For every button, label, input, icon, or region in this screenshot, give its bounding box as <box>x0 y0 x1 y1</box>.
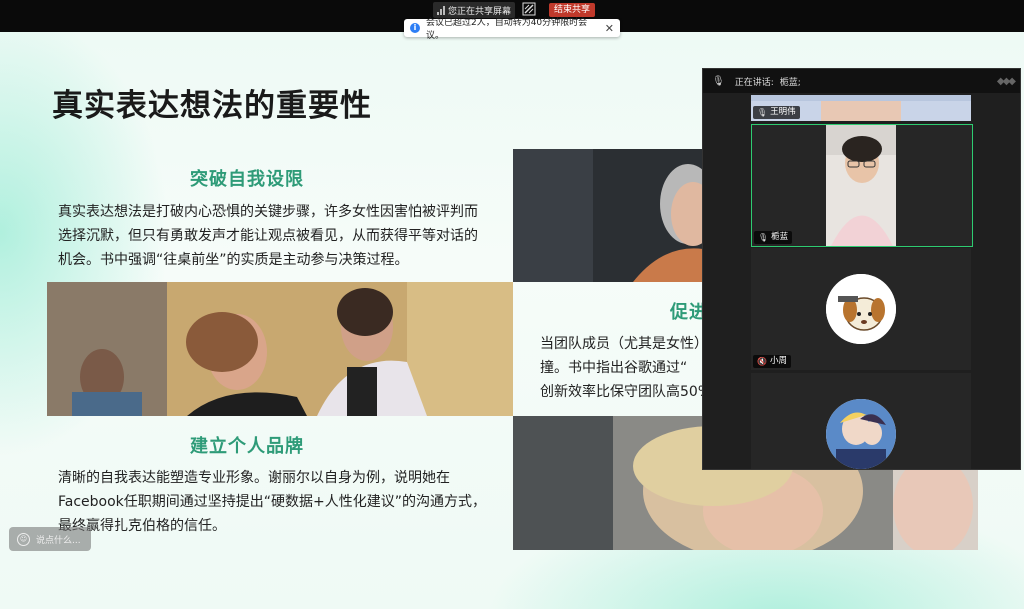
speaking-label: 正在讲话: <box>734 77 774 88</box>
microphone-icon: 🎙 <box>757 108 768 117</box>
info-icon: i <box>410 23 420 33</box>
photo-group-discussion <box>47 282 513 416</box>
text-line: 选择沉默，但只有勇敢发声才能让观点被看见，从而获得平等对话的 <box>58 228 478 244</box>
participant-tile[interactable] <box>751 373 971 469</box>
microphone-icon: 🎙 <box>758 233 769 242</box>
signal-icon <box>437 5 445 15</box>
avatar <box>826 274 896 344</box>
chat-input[interactable]: ☺ 说点什么... <box>9 527 91 551</box>
text-line: 撞。书中指出谷歌通过“ <box>540 360 688 376</box>
microphone-muted-icon: 🔇 <box>757 357 767 366</box>
speaking-header: 🎙 正在讲话: 栀蓝; ◆◆◆ <box>703 69 1020 93</box>
drag-handle-icon[interactable]: ◆◆◆ <box>997 76 1016 87</box>
text-line: Facebook任职期间通过坚持提出“硬数据+人性化建议”的沟通方式， <box>58 494 487 510</box>
slide-title: 真实表达想法的重要性 <box>52 88 372 124</box>
section-heading-breakthrough: 突破自我设限 <box>190 169 304 190</box>
participant-tile[interactable]: 🔇 小周 <box>751 248 971 370</box>
participant-tile-active[interactable]: 🎙 栀蓝 <box>751 124 973 247</box>
participant-video <box>826 125 896 246</box>
text-line: 机会。书中强调“往桌前坐”的实质是主动参与决策过程。 <box>58 252 409 268</box>
text-line: 真实表达想法是打破内心恐惧的关键步骤，许多女性因害怕被评判而 <box>58 204 478 220</box>
photo-woman-smiling <box>513 149 703 282</box>
participant-name-tag: 🔇 小周 <box>753 355 791 368</box>
notice-text: 会议已超过2人，自动转为40分钟限时会议。 <box>425 18 588 41</box>
text-line: 最终赢得扎克伯格的信任。 <box>58 518 226 534</box>
section-body-promote: 当团队成员（尤其是女性） 撞。书中指出谷歌通过“ 创新效率比保守团队高50% <box>540 332 710 404</box>
meeting-limit-notice: i 会议已超过2人，自动转为40分钟限时会议。 ✕ <box>404 18 620 41</box>
section-body-personal-brand: 清晰的自我表达能塑造专业形象。谢丽尔以自身为例，说明她在 Facebook任职期… <box>58 466 510 538</box>
avatar <box>826 399 896 469</box>
microphone-icon: 🎙 <box>712 75 725 87</box>
participant-name: 王明伟 <box>770 107 796 117</box>
text-line: 创新效率比保守团队高50% <box>540 384 710 400</box>
emoji-icon[interactable]: ☺ <box>17 532 30 546</box>
text-line: 当团队成员（尤其是女性） <box>540 336 708 352</box>
close-icon[interactable]: ✕ <box>605 22 614 35</box>
active-speaker-name: 栀蓝; <box>779 77 801 88</box>
participant-name-tag: 🎙 栀蓝 <box>754 231 793 244</box>
section-body-breakthrough: 真实表达想法是打破内心恐惧的关键步骤，许多女性因害怕被评判而 选择沉默，但只有勇… <box>58 200 508 272</box>
section-heading-personal-brand: 建立个人品牌 <box>190 436 304 457</box>
participant-name: 小周 <box>769 356 787 366</box>
text-line: 清晰的自我表达能塑造专业形象。谢丽尔以自身为例，说明她在 <box>58 470 450 486</box>
participant-name: 栀蓝 <box>771 232 789 242</box>
chat-input-placeholder: 说点什么... <box>36 535 81 546</box>
video-gallery-panel: 🎙 正在讲话: 栀蓝; ◆◆◆ 🎙 王明伟 🎙 栀蓝 🔇 小周 <box>702 68 1021 470</box>
participant-name-tag: 🎙 王明伟 <box>753 106 800 119</box>
participant-tile[interactable]: 🎙 王明伟 <box>751 95 971 121</box>
